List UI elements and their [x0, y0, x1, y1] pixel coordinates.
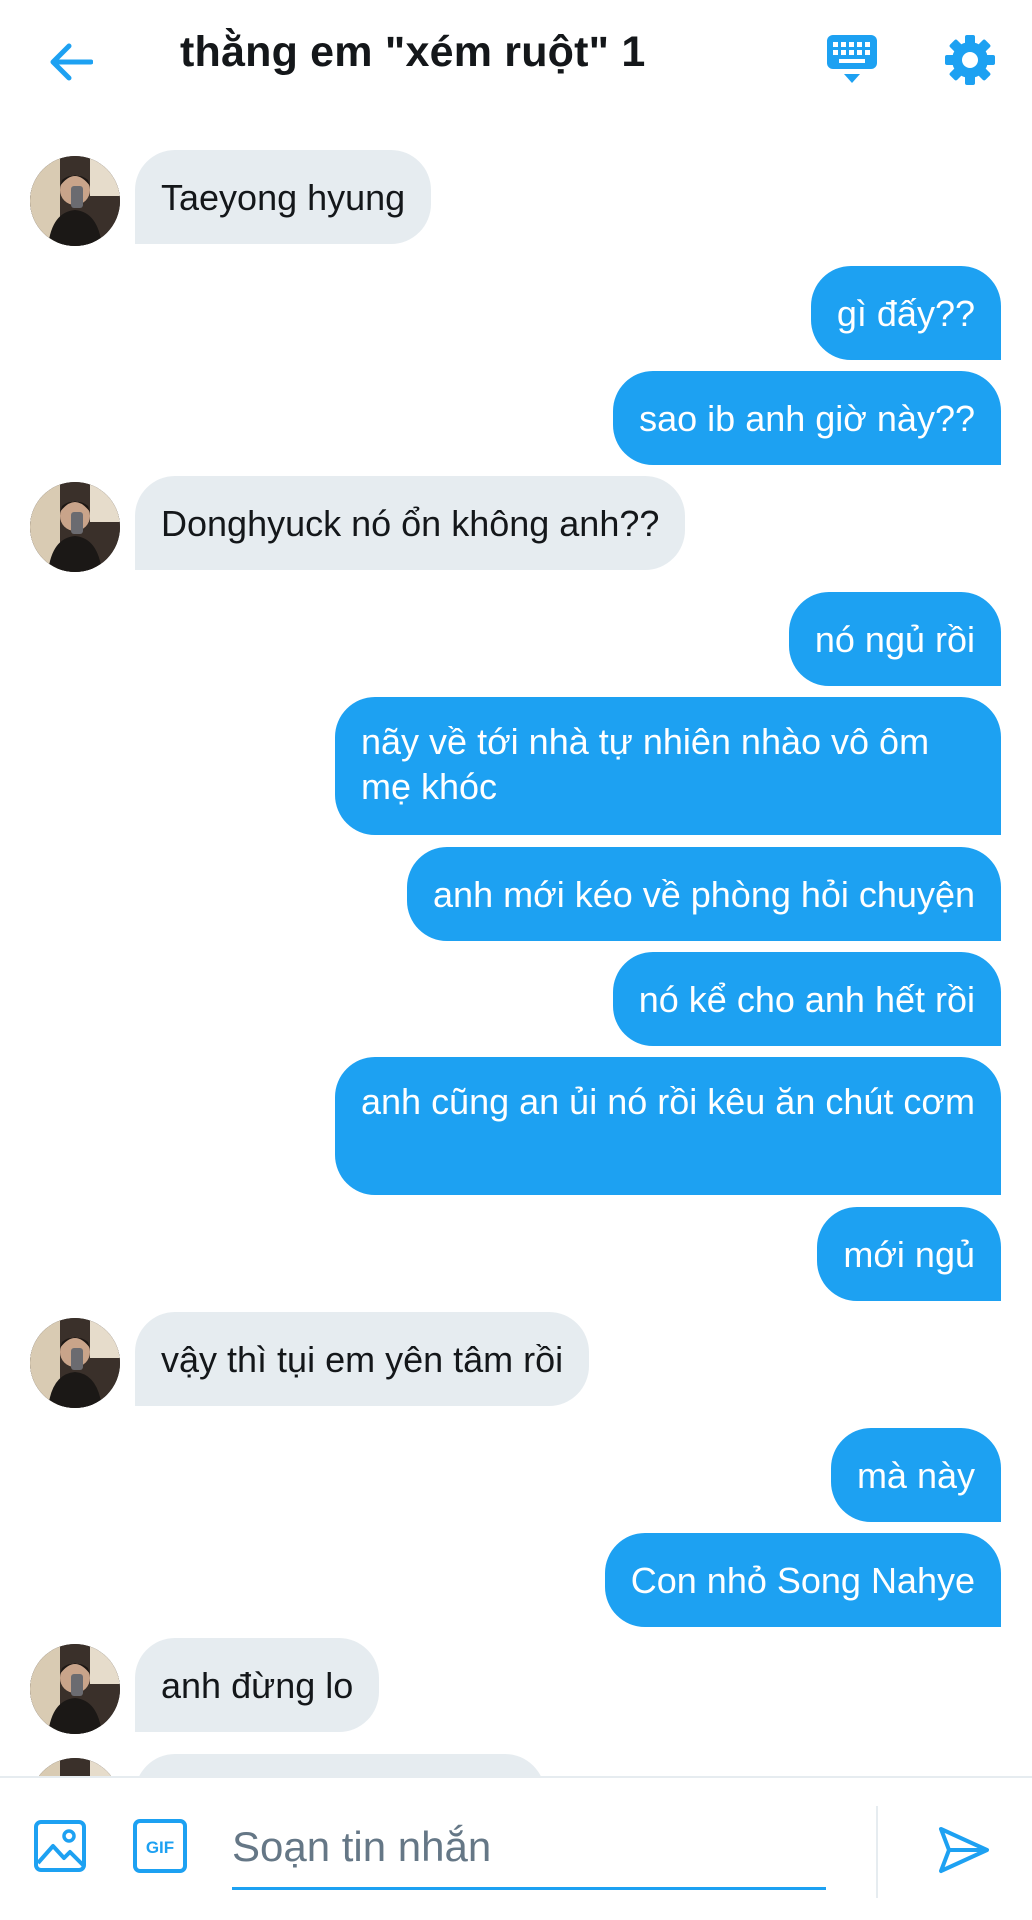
- outgoing-message[interactable]: gì đấy??: [810, 266, 1001, 360]
- outgoing-message[interactable]: mà này: [830, 1428, 1001, 1522]
- gif-button[interactable]: GIF: [130, 1816, 190, 1876]
- image-icon: [34, 1820, 86, 1872]
- user-photo-icon: [30, 482, 120, 572]
- avatar[interactable]: [30, 482, 120, 572]
- outgoing-message[interactable]: mới ngủ: [817, 1207, 1001, 1301]
- avatar[interactable]: [30, 1318, 120, 1408]
- avatar[interactable]: [30, 1758, 120, 1776]
- send-icon: [939, 1827, 989, 1873]
- conversation-title: thằng em "xém ruột" 1: [180, 28, 646, 76]
- message-input[interactable]: [232, 1806, 826, 1890]
- keyboard-icon: [827, 35, 877, 83]
- user-photo-icon: [30, 1758, 120, 1776]
- message-list[interactable]: Taeyong hyung gì đấy?? sao ib anh giờ nà…: [0, 118, 1032, 1776]
- outgoing-message[interactable]: anh cũng an ủi nó rồi kêu ăn chút cơm: [335, 1057, 1001, 1195]
- incoming-message[interactable]: [135, 1754, 545, 1776]
- outgoing-message[interactable]: nó kể cho anh hết rồi: [612, 952, 1001, 1046]
- avatar[interactable]: [30, 1644, 120, 1734]
- user-photo-icon: [30, 1318, 120, 1408]
- outgoing-message[interactable]: nãy về tới nhà tự nhiên nhào vô ôm mẹ kh…: [335, 697, 1001, 835]
- user-photo-icon: [30, 156, 120, 246]
- outgoing-message[interactable]: nó ngủ rồi: [788, 592, 1001, 686]
- avatar[interactable]: [30, 156, 120, 246]
- add-photo-button[interactable]: [30, 1816, 90, 1876]
- arrow-left-icon: [50, 43, 93, 81]
- incoming-message[interactable]: Donghyuck nó ổn không anh??: [135, 476, 686, 570]
- incoming-message[interactable]: Taeyong hyung: [135, 150, 432, 244]
- incoming-message[interactable]: vậy thì tụi em yên tâm rồi: [135, 1312, 590, 1406]
- message-composer: GIF: [0, 1776, 1032, 1920]
- outgoing-message[interactable]: sao ib anh giờ này??: [613, 371, 1001, 465]
- composer-divider: [876, 1806, 878, 1898]
- outgoing-message[interactable]: Con nhỏ Song Nahye: [604, 1533, 1001, 1627]
- incoming-message[interactable]: anh đừng lo: [135, 1638, 380, 1732]
- back-button[interactable]: [38, 30, 102, 94]
- gif-label: GIF: [146, 1838, 174, 1857]
- settings-button[interactable]: [938, 28, 1002, 92]
- send-button[interactable]: [928, 1814, 1000, 1886]
- conversation-header: thằng em "xém ruột" 1: [0, 0, 1032, 118]
- gif-icon: GIF: [133, 1819, 187, 1873]
- keyboard-button[interactable]: [820, 28, 884, 92]
- gear-icon: [945, 35, 995, 85]
- outgoing-message[interactable]: anh mới kéo về phòng hỏi chuyện: [407, 847, 1001, 941]
- user-photo-icon: [30, 1644, 120, 1734]
